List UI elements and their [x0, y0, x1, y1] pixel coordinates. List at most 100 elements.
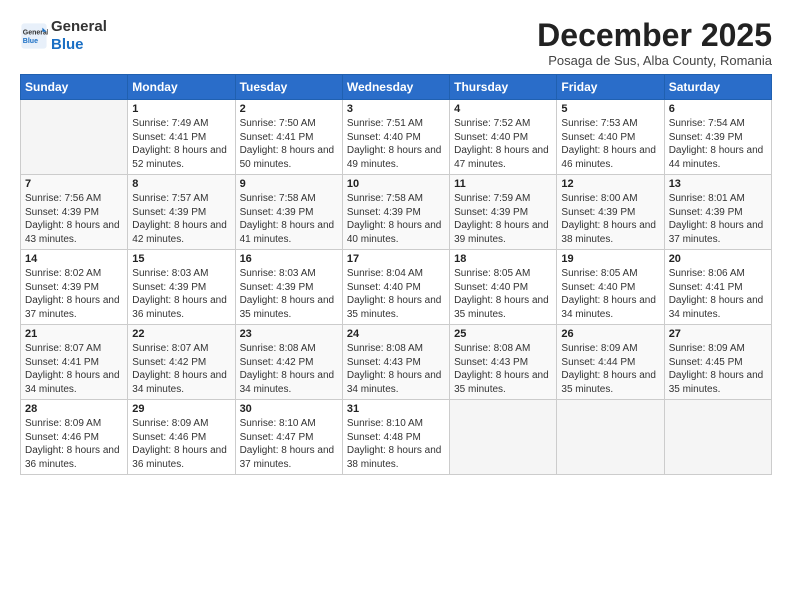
day-info: Sunrise: 8:09 AM Sunset: 4:46 PM Dayligh…	[25, 417, 123, 471]
day-info: Sunrise: 8:00 AM Sunset: 4:39 PM Dayligh…	[561, 192, 659, 246]
day-number: 30	[240, 403, 338, 415]
day-info: Sunrise: 8:05 AM Sunset: 4:40 PM Dayligh…	[561, 267, 659, 321]
page: General Blue General Blue December 2025 …	[0, 0, 792, 612]
calendar-cell: 2 Sunrise: 7:50 AM Sunset: 4:41 PM Daylig…	[235, 100, 342, 175]
day-number: 27	[669, 328, 767, 340]
day-info: Sunrise: 8:04 AM Sunset: 4:40 PM Dayligh…	[347, 267, 445, 321]
title-block: December 2025 Posaga de Sus, Alba County…	[537, 18, 772, 68]
day-info: Sunrise: 7:53 AM Sunset: 4:40 PM Dayligh…	[561, 117, 659, 171]
day-number: 3	[347, 103, 445, 115]
day-info: Sunrise: 8:08 AM Sunset: 4:43 PM Dayligh…	[454, 342, 552, 396]
calendar-cell	[450, 400, 557, 475]
day-number: 28	[25, 403, 123, 415]
day-info: Sunrise: 7:52 AM Sunset: 4:40 PM Dayligh…	[454, 117, 552, 171]
day-info: Sunrise: 7:59 AM Sunset: 4:39 PM Dayligh…	[454, 192, 552, 246]
logo-text: General Blue	[51, 18, 107, 54]
calendar-cell: 13Sunrise: 8:01 AM Sunset: 4:39 PM Dayli…	[664, 175, 771, 250]
day-info: Sunrise: 8:08 AM Sunset: 4:42 PM Dayligh…	[240, 342, 338, 396]
day-info: Sunrise: 8:07 AM Sunset: 4:42 PM Dayligh…	[132, 342, 230, 396]
day-info: Sunrise: 8:09 AM Sunset: 4:46 PM Dayligh…	[132, 417, 230, 471]
day-number: 15	[132, 253, 230, 265]
day-number: 1	[132, 103, 230, 115]
day-number: 23	[240, 328, 338, 340]
day-number: 26	[561, 328, 659, 340]
day-number: 22	[132, 328, 230, 340]
calendar-cell: 18 Sunrise: 8:05 AM Sunset: 4:40 PM Dayli…	[450, 250, 557, 325]
header: General Blue General Blue December 2025 …	[20, 18, 772, 68]
calendar-cell: 9 Sunrise: 7:58 AM Sunset: 4:39 PM Daylig…	[235, 175, 342, 250]
day-info: Sunrise: 8:03 AM Sunset: 4:39 PM Dayligh…	[240, 267, 338, 321]
week-row-2: 7Sunrise: 7:56 AM Sunset: 4:39 PM Daylig…	[21, 175, 772, 250]
logo-blue: Blue	[51, 36, 107, 54]
logo-icon: General Blue	[20, 22, 48, 50]
day-number: 14	[25, 253, 123, 265]
calendar-cell: 27 Sunrise: 8:09 AM Sunset: 4:45 PM Dayli…	[664, 325, 771, 400]
week-row-1: 1 Sunrise: 7:49 AM Sunset: 4:41 PM Daylig…	[21, 100, 772, 175]
logo-general: General	[51, 18, 107, 36]
weekday-header-tuesday: Tuesday	[235, 75, 342, 100]
calendar-cell: 17 Sunrise: 8:04 AM Sunset: 4:40 PM Dayli…	[342, 250, 449, 325]
calendar-cell: 22 Sunrise: 8:07 AM Sunset: 4:42 PM Dayli…	[128, 325, 235, 400]
calendar-cell: 19 Sunrise: 8:05 AM Sunset: 4:40 PM Dayli…	[557, 250, 664, 325]
day-info: Sunrise: 8:10 AM Sunset: 4:47 PM Dayligh…	[240, 417, 338, 471]
calendar-cell: 8 Sunrise: 7:57 AM Sunset: 4:39 PM Daylig…	[128, 175, 235, 250]
calendar: SundayMondayTuesdayWednesdayThursdayFrid…	[20, 74, 772, 475]
day-number: 19	[561, 253, 659, 265]
calendar-cell	[557, 400, 664, 475]
calendar-cell: 30 Sunrise: 8:10 AM Sunset: 4:47 PM Dayli…	[235, 400, 342, 475]
day-info: Sunrise: 8:08 AM Sunset: 4:43 PM Dayligh…	[347, 342, 445, 396]
day-info: Sunrise: 8:07 AM Sunset: 4:41 PM Dayligh…	[25, 342, 123, 396]
month-title: December 2025	[537, 18, 772, 53]
weekday-header-row: SundayMondayTuesdayWednesdayThursdayFrid…	[21, 75, 772, 100]
calendar-cell: 23 Sunrise: 8:08 AM Sunset: 4:42 PM Dayli…	[235, 325, 342, 400]
day-info: Sunrise: 8:06 AM Sunset: 4:41 PM Dayligh…	[669, 267, 767, 321]
weekday-header-monday: Monday	[128, 75, 235, 100]
logo: General Blue General Blue	[20, 18, 107, 54]
day-info: Sunrise: 8:01 AM Sunset: 4:39 PM Dayligh…	[669, 192, 767, 246]
calendar-cell: 14 Sunrise: 8:02 AM Sunset: 4:39 PM Dayli…	[21, 250, 128, 325]
calendar-cell: 28 Sunrise: 8:09 AM Sunset: 4:46 PM Dayli…	[21, 400, 128, 475]
day-info: Sunrise: 7:58 AM Sunset: 4:39 PM Dayligh…	[347, 192, 445, 246]
day-number: 8	[132, 178, 230, 190]
calendar-cell: 5 Sunrise: 7:53 AM Sunset: 4:40 PM Daylig…	[557, 100, 664, 175]
day-info: Sunrise: 7:57 AM Sunset: 4:39 PM Dayligh…	[132, 192, 230, 246]
calendar-cell: 1 Sunrise: 7:49 AM Sunset: 4:41 PM Daylig…	[128, 100, 235, 175]
day-number: 4	[454, 103, 552, 115]
day-info: Sunrise: 7:51 AM Sunset: 4:40 PM Dayligh…	[347, 117, 445, 171]
day-number: 10	[347, 178, 445, 190]
day-info: Sunrise: 8:05 AM Sunset: 4:40 PM Dayligh…	[454, 267, 552, 321]
calendar-cell: 4 Sunrise: 7:52 AM Sunset: 4:40 PM Daylig…	[450, 100, 557, 175]
day-info: Sunrise: 7:49 AM Sunset: 4:41 PM Dayligh…	[132, 117, 230, 171]
weekday-header-wednesday: Wednesday	[342, 75, 449, 100]
day-info: Sunrise: 7:58 AM Sunset: 4:39 PM Dayligh…	[240, 192, 338, 246]
day-number: 29	[132, 403, 230, 415]
day-info: Sunrise: 7:50 AM Sunset: 4:41 PM Dayligh…	[240, 117, 338, 171]
day-number: 17	[347, 253, 445, 265]
day-number: 21	[25, 328, 123, 340]
calendar-cell	[21, 100, 128, 175]
calendar-cell: 20 Sunrise: 8:06 AM Sunset: 4:41 PM Dayli…	[664, 250, 771, 325]
day-info: Sunrise: 8:09 AM Sunset: 4:44 PM Dayligh…	[561, 342, 659, 396]
svg-text:Blue: Blue	[23, 38, 38, 45]
day-info: Sunrise: 8:09 AM Sunset: 4:45 PM Dayligh…	[669, 342, 767, 396]
calendar-cell: 3 Sunrise: 7:51 AM Sunset: 4:40 PM Daylig…	[342, 100, 449, 175]
day-number: 20	[669, 253, 767, 265]
calendar-cell: 10 Sunrise: 7:58 AM Sunset: 4:39 PM Dayli…	[342, 175, 449, 250]
day-info: Sunrise: 7:54 AM Sunset: 4:39 PM Dayligh…	[669, 117, 767, 171]
calendar-cell: 31Sunrise: 8:10 AM Sunset: 4:48 PM Dayli…	[342, 400, 449, 475]
day-number: 12	[561, 178, 659, 190]
day-number: 2	[240, 103, 338, 115]
calendar-cell	[664, 400, 771, 475]
weekday-header-sunday: Sunday	[21, 75, 128, 100]
day-info: Sunrise: 8:02 AM Sunset: 4:39 PM Dayligh…	[25, 267, 123, 321]
calendar-cell: 29 Sunrise: 8:09 AM Sunset: 4:46 PM Dayli…	[128, 400, 235, 475]
day-number: 6	[669, 103, 767, 115]
day-number: 9	[240, 178, 338, 190]
calendar-cell: 15 Sunrise: 8:03 AM Sunset: 4:39 PM Dayli…	[128, 250, 235, 325]
day-info: Sunrise: 8:03 AM Sunset: 4:39 PM Dayligh…	[132, 267, 230, 321]
week-row-5: 28 Sunrise: 8:09 AM Sunset: 4:46 PM Dayli…	[21, 400, 772, 475]
day-number: 18	[454, 253, 552, 265]
calendar-cell: 6 Sunrise: 7:54 AM Sunset: 4:39 PM Daylig…	[664, 100, 771, 175]
calendar-cell: 21 Sunrise: 8:07 AM Sunset: 4:41 PM Dayli…	[21, 325, 128, 400]
day-number: 5	[561, 103, 659, 115]
